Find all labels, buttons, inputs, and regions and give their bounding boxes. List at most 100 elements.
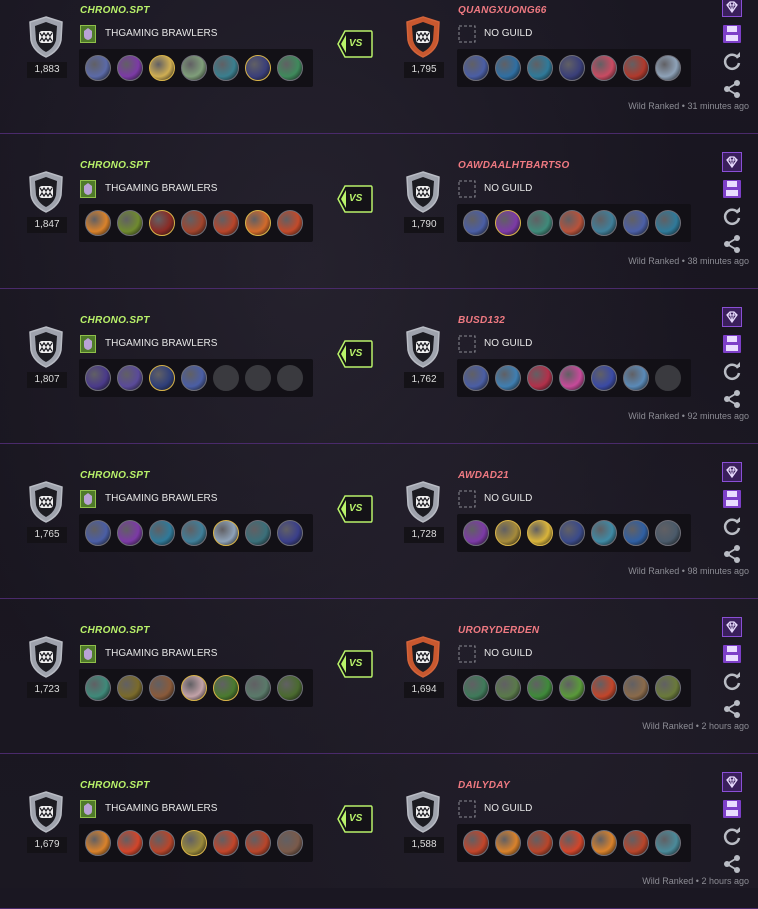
gem-reward-icon[interactable]	[722, 462, 742, 482]
save-floppy-icon[interactable]	[722, 24, 742, 44]
monster-card-icon[interactable]	[559, 830, 585, 856]
player-name-link[interactable]: CHRONO.SPT	[80, 315, 150, 326]
monster-card-icon[interactable]	[623, 675, 649, 701]
opponent-name-link[interactable]: DAILYDAY	[458, 780, 510, 791]
monster-card-icon[interactable]	[85, 55, 111, 81]
vs-badge[interactable]: VS	[337, 650, 373, 678]
opponent-name-link[interactable]: AWDAD21	[458, 470, 509, 481]
monster-card-icon[interactable]	[495, 55, 521, 81]
monster-card-icon[interactable]	[623, 55, 649, 81]
monster-card-icon[interactable]	[85, 675, 111, 701]
monster-card-icon[interactable]	[527, 520, 553, 546]
gem-reward-icon[interactable]	[722, 772, 742, 792]
monster-card-icon[interactable]	[149, 520, 175, 546]
monster-card-icon[interactable]	[463, 210, 489, 236]
share-icon[interactable]	[722, 854, 742, 874]
gem-reward-icon[interactable]	[722, 152, 742, 172]
vs-badge[interactable]: VS	[337, 495, 373, 523]
opponent-name-link[interactable]: URORYDERDEN	[458, 625, 539, 636]
monster-card-icon[interactable]	[495, 520, 521, 546]
opponent-name-link[interactable]: QUANGXUONG66	[458, 5, 547, 16]
monster-card-icon[interactable]	[277, 55, 303, 81]
monster-card-icon[interactable]	[181, 210, 207, 236]
player-guild-name[interactable]: THGAMING BRAWLERS	[105, 338, 217, 349]
share-icon[interactable]	[722, 234, 742, 254]
monster-card-icon[interactable]	[117, 675, 143, 701]
monster-card-icon[interactable]	[277, 520, 303, 546]
monster-card-icon[interactable]	[85, 830, 111, 856]
monster-card-icon[interactable]	[213, 830, 239, 856]
monster-card-icon[interactable]	[623, 520, 649, 546]
monster-card-icon[interactable]	[213, 210, 239, 236]
monster-card-icon[interactable]	[245, 55, 271, 81]
player-guild-name[interactable]: THGAMING BRAWLERS	[105, 648, 217, 659]
monster-card-icon[interactable]	[117, 210, 143, 236]
player-name-link[interactable]: CHRONO.SPT	[80, 5, 150, 16]
opponent-name-link[interactable]: BUSD132	[458, 315, 505, 326]
replay-icon[interactable]	[722, 361, 742, 381]
player-guild-name[interactable]: THGAMING BRAWLERS	[105, 493, 217, 504]
share-icon[interactable]	[722, 389, 742, 409]
monster-card-icon[interactable]	[149, 830, 175, 856]
vs-badge[interactable]: VS	[337, 805, 373, 833]
monster-card-icon[interactable]	[149, 210, 175, 236]
monster-card-icon[interactable]	[463, 365, 489, 391]
monster-card-icon[interactable]	[277, 210, 303, 236]
monster-card-icon[interactable]	[463, 520, 489, 546]
monster-card-icon[interactable]	[623, 210, 649, 236]
share-icon[interactable]	[722, 79, 742, 99]
monster-card-icon[interactable]	[591, 830, 617, 856]
replay-icon[interactable]	[722, 516, 742, 536]
gem-reward-icon[interactable]	[722, 0, 742, 17]
monster-card-icon[interactable]	[245, 210, 271, 236]
monster-card-icon[interactable]	[495, 675, 521, 701]
monster-card-icon[interactable]	[559, 210, 585, 236]
player-name-link[interactable]: CHRONO.SPT	[80, 470, 150, 481]
monster-card-icon[interactable]	[85, 210, 111, 236]
monster-card-icon[interactable]	[181, 675, 207, 701]
save-floppy-icon[interactable]	[722, 179, 742, 199]
monster-card-icon[interactable]	[463, 830, 489, 856]
player-name-link[interactable]: CHRONO.SPT	[80, 780, 150, 791]
monster-card-icon[interactable]	[117, 830, 143, 856]
monster-card-icon[interactable]	[559, 675, 585, 701]
monster-card-icon[interactable]	[495, 210, 521, 236]
monster-card-icon[interactable]	[245, 830, 271, 856]
monster-card-icon[interactable]	[181, 520, 207, 546]
save-floppy-icon[interactable]	[722, 799, 742, 819]
replay-icon[interactable]	[722, 826, 742, 846]
monster-card-icon[interactable]	[623, 830, 649, 856]
vs-badge[interactable]: VS	[337, 185, 373, 213]
vs-badge[interactable]: VS	[337, 340, 373, 368]
monster-card-icon[interactable]	[181, 830, 207, 856]
monster-card-icon[interactable]	[463, 675, 489, 701]
monster-card-icon[interactable]	[655, 830, 681, 856]
monster-card-icon[interactable]	[181, 55, 207, 81]
monster-card-icon[interactable]	[85, 365, 111, 391]
monster-card-icon[interactable]	[559, 365, 585, 391]
monster-card-icon[interactable]	[591, 520, 617, 546]
player-name-link[interactable]: CHRONO.SPT	[80, 160, 150, 171]
replay-icon[interactable]	[722, 51, 742, 71]
save-floppy-icon[interactable]	[722, 489, 742, 509]
monster-card-icon[interactable]	[149, 365, 175, 391]
monster-card-icon[interactable]	[149, 55, 175, 81]
monster-card-icon[interactable]	[591, 365, 617, 391]
monster-card-icon[interactable]	[527, 675, 553, 701]
replay-icon[interactable]	[722, 206, 742, 226]
player-guild-name[interactable]: THGAMING BRAWLERS	[105, 28, 217, 39]
monster-card-icon[interactable]	[655, 210, 681, 236]
monster-card-icon[interactable]	[623, 365, 649, 391]
monster-card-icon[interactable]	[495, 365, 521, 391]
monster-card-icon[interactable]	[527, 55, 553, 81]
monster-card-icon[interactable]	[527, 830, 553, 856]
monster-card-icon[interactable]	[495, 830, 521, 856]
monster-card-icon[interactable]	[277, 830, 303, 856]
monster-card-icon[interactable]	[463, 55, 489, 81]
monster-card-icon[interactable]	[591, 210, 617, 236]
player-guild-name[interactable]: THGAMING BRAWLERS	[105, 183, 217, 194]
gem-reward-icon[interactable]	[722, 307, 742, 327]
monster-card-icon[interactable]	[117, 55, 143, 81]
save-floppy-icon[interactable]	[722, 644, 742, 664]
monster-card-icon[interactable]	[591, 55, 617, 81]
